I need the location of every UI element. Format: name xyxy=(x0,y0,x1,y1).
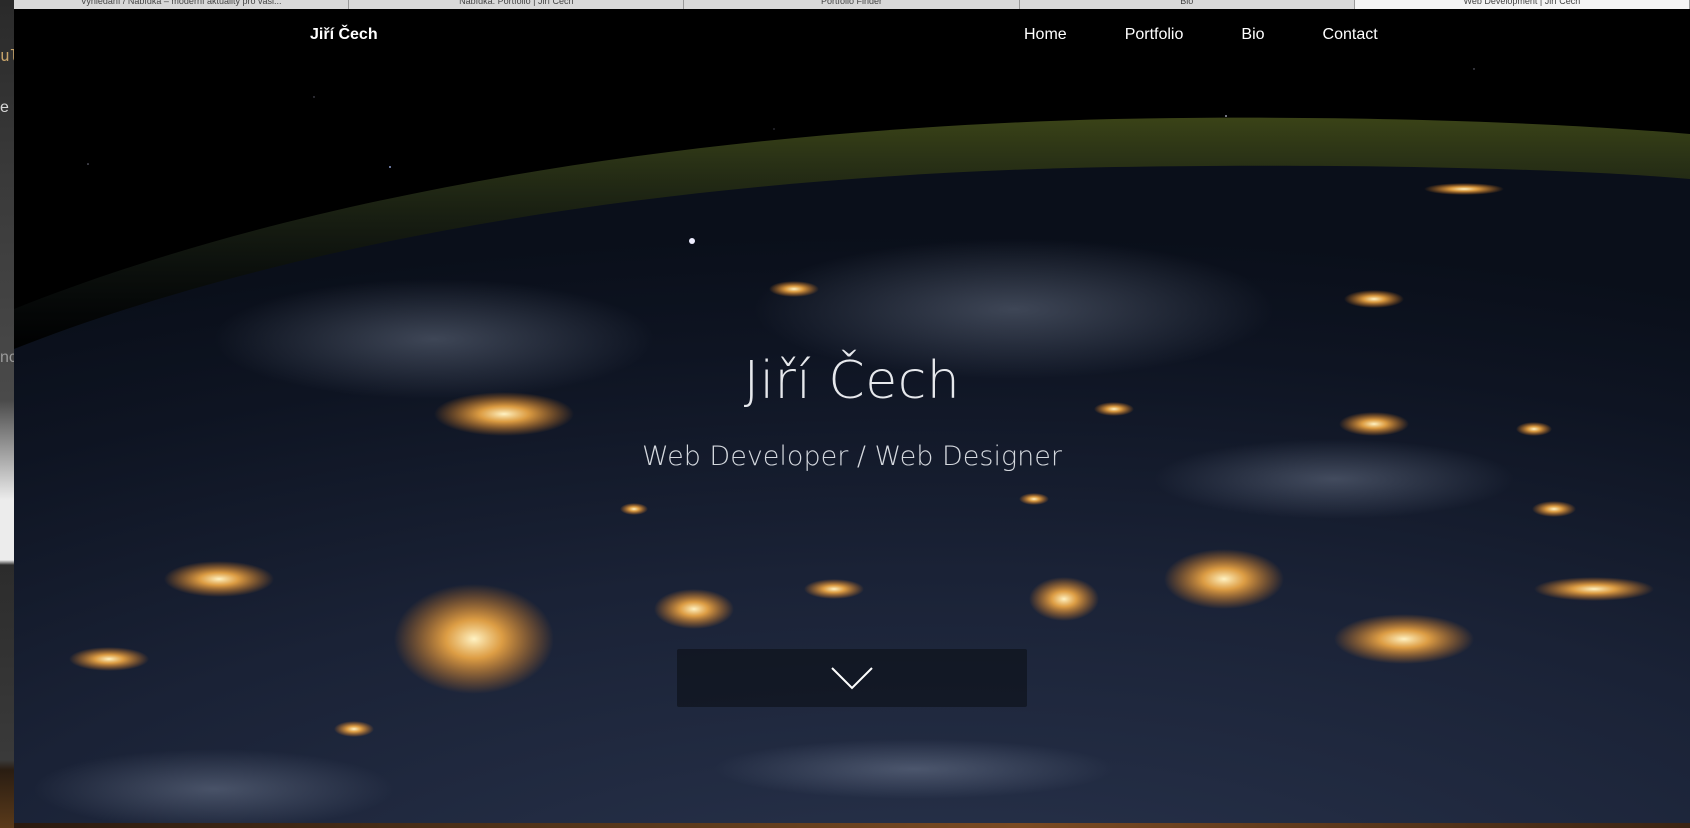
chevron-down-icon xyxy=(831,667,873,690)
site-brand-link[interactable]: Jiří Čech xyxy=(310,26,378,44)
hero-subtitle: Web Developer / Web Designer xyxy=(641,441,1063,472)
nav-link-home[interactable]: Home xyxy=(1024,26,1067,44)
hero-title: Jiří Čech xyxy=(743,351,961,411)
background-text: nc xyxy=(0,349,14,366)
scroll-down-button[interactable] xyxy=(677,649,1027,707)
background-text: ul xyxy=(0,46,14,65)
browser-tab-active[interactable]: Web Development | Jiří Čech xyxy=(1354,0,1690,9)
browser-tab[interactable]: Nabídka: Portfolio | Jiří Čech xyxy=(349,0,685,9)
web-page: Jiří Čech Home Portfolio Bio Contact Jiř… xyxy=(14,9,1690,823)
browser-tab[interactable]: Bio xyxy=(1020,0,1355,9)
background-window: ul e nc xyxy=(0,0,14,828)
browser-tab[interactable]: Portfolio Finder xyxy=(684,0,1020,9)
nav-link-contact[interactable]: Contact xyxy=(1323,26,1378,44)
background-text: e xyxy=(0,99,9,116)
background-window-edge xyxy=(14,823,1690,828)
nav-link-portfolio[interactable]: Portfolio xyxy=(1125,26,1184,44)
nav-link-bio[interactable]: Bio xyxy=(1241,26,1264,44)
site-navbar: Jiří Čech Home Portfolio Bio Contact xyxy=(14,9,1690,65)
browser-tab[interactable]: Vyhledání / Nabídka – moderní aktuality … xyxy=(14,0,350,9)
main-nav: Home Portfolio Bio Contact xyxy=(1024,26,1378,44)
